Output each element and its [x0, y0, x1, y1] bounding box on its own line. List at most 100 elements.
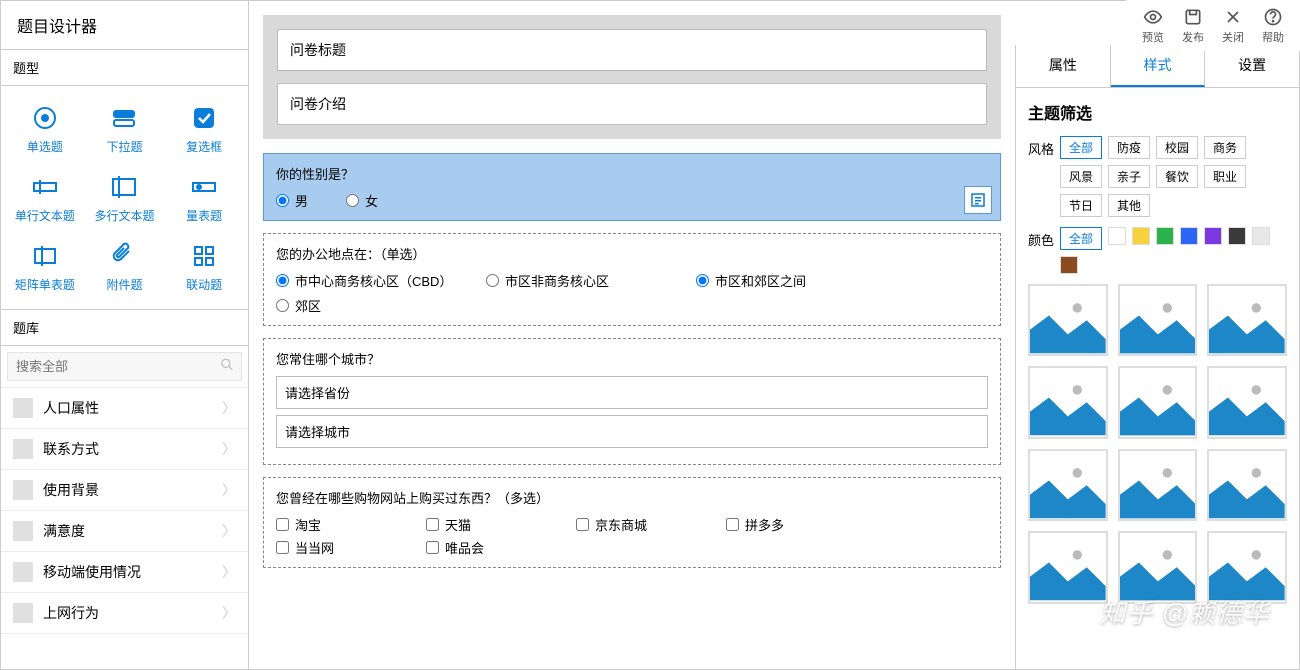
lib-item[interactable]: 使用背景〉 [1, 470, 248, 511]
lib-thumb-icon [13, 562, 33, 582]
color-swatch[interactable] [1180, 227, 1198, 245]
lib-thumb-icon [13, 521, 33, 541]
radio-option[interactable]: 男 [276, 191, 316, 210]
color-swatch[interactable] [1132, 227, 1150, 245]
checkbox-option[interactable]: 拼多多 [726, 515, 846, 534]
qtype-multi-text[interactable]: 多行文本题 [85, 163, 165, 232]
province-select[interactable]: 请选择省份 [276, 376, 988, 409]
right-panel: 属性 样式 设置 主题筛选 风格 全部 防疫 校园 商务 风景 亲子 餐饮 职业… [1015, 45, 1299, 669]
style-tag[interactable]: 职业 [1204, 165, 1246, 188]
survey-title-input[interactable]: 问卷标题 [277, 29, 987, 71]
theme-card[interactable] [1118, 531, 1198, 603]
radio-option[interactable]: 女 [346, 191, 386, 210]
canvas[interactable]: 问卷标题 问卷介绍 你的性别是？ 男 女 您的办公地点在：（单选） 市中心商务核… [249, 1, 1015, 669]
chevron-right-icon: 〉 [222, 480, 236, 500]
checkbox-option[interactable]: 天猫 [426, 515, 546, 534]
style-tag[interactable]: 商务 [1204, 136, 1246, 159]
dropdown-icon [108, 102, 140, 134]
qtype-checkbox[interactable]: 复选框 [164, 94, 244, 163]
style-tag[interactable]: 亲子 [1108, 165, 1150, 188]
qtype-scale[interactable]: 量表题 [164, 163, 244, 232]
question-title: 您曾经在哪些购物网站上购买过东西？（多选） [276, 488, 988, 507]
tab-style[interactable]: 样式 [1111, 45, 1206, 87]
checkbox-option[interactable]: 唯品会 [426, 538, 546, 557]
question-title: 你的性别是？ [276, 164, 988, 183]
theme-card[interactable] [1118, 284, 1198, 356]
checkbox-option[interactable]: 当当网 [276, 538, 396, 557]
search-icon [220, 357, 234, 376]
survey-header-block: 问卷标题 问卷介绍 [263, 15, 1001, 139]
theme-card[interactable] [1207, 366, 1287, 438]
tab-properties[interactable]: 属性 [1016, 45, 1111, 87]
radio-option[interactable]: 市区和郊区之间 [696, 271, 876, 290]
radio-icon [29, 102, 61, 134]
question-shopping-sites[interactable]: 您曾经在哪些购物网站上购买过东西？（多选） 淘宝 天猫 京东商城 拼多多 当当网… [263, 477, 1001, 568]
color-swatch[interactable] [1252, 227, 1270, 245]
grid-icon [188, 240, 220, 272]
theme-card[interactable] [1118, 366, 1198, 438]
lib-thumb-icon [13, 398, 33, 418]
color-swatch[interactable] [1060, 256, 1078, 274]
tabs: 属性 样式 设置 [1016, 45, 1299, 88]
theme-card[interactable] [1028, 284, 1108, 356]
panel-title: 主题筛选 [1028, 100, 1287, 124]
style-tag[interactable]: 其他 [1108, 194, 1150, 217]
radio-option[interactable]: 郊区 [276, 296, 456, 315]
preview-button[interactable]: 预览 [1136, 4, 1170, 47]
qtype-attachment[interactable]: 附件题 [85, 232, 165, 301]
chevron-right-icon: 〉 [222, 562, 236, 582]
style-filter-label: 风格 [1028, 136, 1060, 158]
question-gender[interactable]: 你的性别是？ 男 女 [263, 153, 1001, 221]
lib-item[interactable]: 人口属性〉 [1, 388, 248, 429]
question-office-location[interactable]: 您的办公地点在：（单选） 市中心商务核心区（CBD） 市区非商务核心区 市区和郊… [263, 233, 1001, 326]
lib-item[interactable]: 满意度〉 [1, 511, 248, 552]
survey-intro-input[interactable]: 问卷介绍 [277, 83, 987, 125]
style-tag[interactable]: 节日 [1060, 194, 1102, 217]
close-button[interactable]: 关闭 [1216, 4, 1250, 47]
qtype-linkage[interactable]: 联动题 [164, 232, 244, 301]
color-swatch[interactable] [1108, 227, 1126, 245]
lib-thumb-icon [13, 480, 33, 500]
color-all-tag[interactable]: 全部 [1060, 227, 1102, 250]
checkbox-icon [188, 102, 220, 134]
theme-card[interactable] [1118, 449, 1198, 521]
color-swatch[interactable] [1204, 227, 1222, 245]
color-swatches: 全部 [1060, 227, 1287, 274]
theme-card[interactable] [1028, 366, 1108, 438]
publish-button[interactable]: 发布 [1176, 4, 1210, 47]
qtype-matrix[interactable]: 矩阵单表题 [5, 232, 85, 301]
tab-settings[interactable]: 设置 [1205, 45, 1299, 87]
checkbox-option[interactable]: 京东商城 [576, 515, 696, 534]
theme-card[interactable] [1028, 449, 1108, 521]
multi-text-icon [108, 171, 140, 203]
search-box [1, 346, 248, 388]
style-tag[interactable]: 全部 [1060, 136, 1102, 159]
style-tag[interactable]: 校园 [1156, 136, 1198, 159]
lib-item[interactable]: 上网行为〉 [1, 593, 248, 634]
qtype-single-text[interactable]: 单行文本题 [5, 163, 85, 232]
radio-option[interactable]: 市区非商务核心区 [486, 271, 666, 290]
help-button[interactable]: 帮助 [1256, 4, 1290, 47]
radio-option[interactable]: 市中心商务核心区（CBD） [276, 271, 456, 290]
color-swatch[interactable] [1228, 227, 1246, 245]
style-tag[interactable]: 防疫 [1108, 136, 1150, 159]
theme-card[interactable] [1207, 449, 1287, 521]
color-filter-label: 颜色 [1028, 227, 1060, 249]
style-tag[interactable]: 餐饮 [1156, 165, 1198, 188]
qtype-dropdown[interactable]: 下拉题 [85, 94, 165, 163]
style-tag[interactable]: 风景 [1060, 165, 1102, 188]
city-select[interactable]: 请选择城市 [276, 415, 988, 448]
theme-card[interactable] [1028, 531, 1108, 603]
lib-item[interactable]: 联系方式〉 [1, 429, 248, 470]
color-swatch[interactable] [1156, 227, 1174, 245]
checkbox-option[interactable]: 淘宝 [276, 515, 396, 534]
lib-item[interactable]: 移动端使用情况〉 [1, 552, 248, 593]
style-tags: 全部 防疫 校园 商务 风景 亲子 餐饮 职业 节日 其他 [1060, 136, 1287, 217]
search-input[interactable] [7, 352, 242, 381]
theme-card[interactable] [1207, 284, 1287, 356]
qtype-radio[interactable]: 单选题 [5, 94, 85, 163]
question-city[interactable]: 您常住哪个城市？ 请选择省份 请选择城市 [263, 338, 1001, 465]
app-title: 题目设计器 [1, 1, 248, 50]
question-settings-button[interactable] [964, 186, 992, 214]
theme-card[interactable] [1207, 531, 1287, 603]
